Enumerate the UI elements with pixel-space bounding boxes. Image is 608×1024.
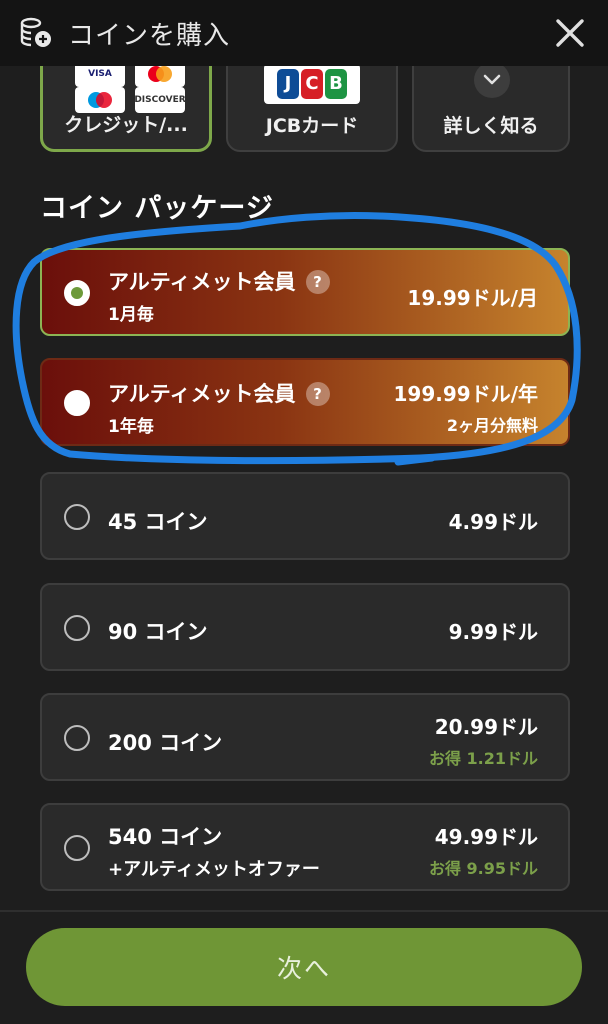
close-icon[interactable]	[550, 13, 590, 53]
package-name: アルティメット会員?	[108, 266, 330, 296]
package-45-coins[interactable]: 45 コイン 4.99ドル	[40, 472, 570, 560]
payment-method-label: 詳しく知る	[443, 115, 539, 137]
payment-method-label: クレジット/...	[64, 114, 188, 136]
radio-unselected[interactable]	[64, 615, 90, 641]
package-period: 1年毎	[108, 417, 154, 437]
next-button[interactable]: 次へ	[26, 928, 582, 1006]
radio-unselected[interactable]	[64, 390, 90, 416]
package-savings: お得 1.21ドル	[428, 749, 538, 768]
package-price: 9.99ドル	[448, 620, 538, 644]
package-name: アルティメット会員?	[108, 378, 330, 408]
package-ultimate-monthly[interactable]: アルティメット会員? 1月毎 19.99ドル/月	[40, 248, 570, 336]
package-name: 90 コイン	[108, 620, 208, 644]
ultimate-offer-label: +アルティメットオファー	[108, 859, 320, 880]
package-540-coins[interactable]: 540 コイン +アルティメットオファー 49.99ドル お得 9.95ドル	[40, 803, 570, 891]
radio-unselected[interactable]	[64, 835, 90, 861]
help-icon[interactable]: ?	[305, 382, 330, 406]
radio-selected[interactable]	[64, 280, 90, 306]
help-icon[interactable]: ?	[305, 270, 330, 294]
coin-stack-icon	[16, 13, 56, 53]
package-name: 45 コイン	[108, 510, 208, 534]
package-discount: 2ヶ月分無料	[446, 416, 538, 435]
package-price: 49.99ドル	[434, 825, 538, 849]
package-period: 1月毎	[108, 305, 154, 325]
package-savings: お得 9.95ドル	[428, 859, 538, 878]
chevron-down-icon	[474, 62, 510, 98]
package-price: 20.99ドル	[434, 715, 538, 739]
package-ultimate-yearly[interactable]: アルティメット会員? 1年毎 199.99ドル/年 2ヶ月分無料	[40, 358, 570, 446]
package-name: 200 コイン	[108, 731, 223, 755]
package-price: 199.99ドル/年	[393, 382, 538, 406]
radio-unselected[interactable]	[64, 725, 90, 751]
page-title: コインを購入	[68, 20, 231, 51]
package-price: 19.99ドル/月	[407, 286, 538, 310]
jcb-logo: JCB	[264, 64, 360, 104]
payment-method-label: JCBカード	[265, 115, 359, 137]
purchase-coins-screen: VISA DISCOVER クレジット/... JCB JCBカード 詳しく知る	[0, 0, 608, 1024]
package-200-coins[interactable]: 200 コイン 20.99ドル お得 1.21ドル	[40, 693, 570, 781]
package-price: 4.99ドル	[448, 510, 538, 534]
top-bar: コインを購入	[0, 0, 608, 66]
package-90-coins[interactable]: 90 コイン 9.99ドル	[40, 583, 570, 671]
footer-divider	[0, 910, 608, 912]
section-title: コイン パッケージ	[40, 193, 274, 224]
radio-unselected[interactable]	[64, 504, 90, 530]
package-name: 540 コイン	[108, 825, 223, 849]
